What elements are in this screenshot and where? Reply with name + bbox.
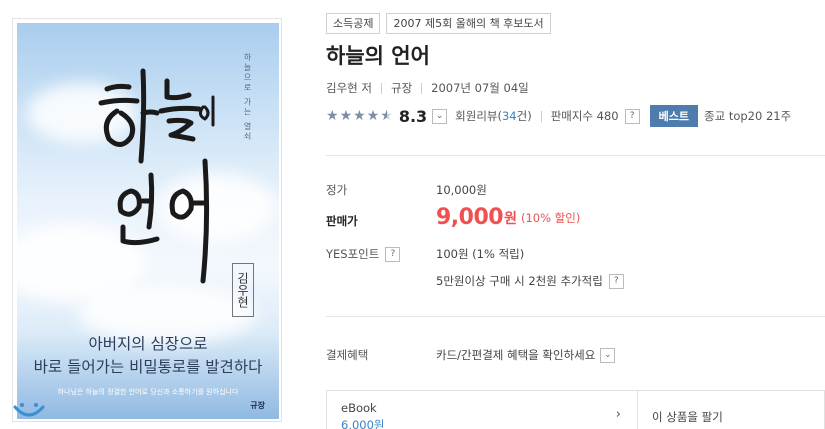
- book-cover-frame[interactable]: 하늘으로 가는 열쇠 김우현 아버지의 심장으로 바로 들어가는 비밀통로를 발…: [12, 18, 282, 422]
- divider: [326, 155, 825, 156]
- divider: [326, 316, 825, 317]
- cover-tagline: 아버지의 심장으로 바로 들어가는 비밀통로를 발견하다: [17, 333, 279, 379]
- product-meta: 김우현 저 규장 2007년 07월 04일: [326, 80, 825, 96]
- benefit-label: 결제혜택: [326, 348, 369, 362]
- benefit-text: 카드/간편결제 혜택을 확인하세요: [436, 348, 596, 362]
- ebook-label: eBook: [341, 401, 377, 415]
- ebook-price: 6,000원: [341, 418, 385, 429]
- list-price-label: 정가: [326, 183, 348, 197]
- sale-price: 9,000 원 (10% 할인): [436, 205, 580, 230]
- rating-stars: ★ ★ ★ ★ ★: [326, 109, 393, 123]
- ebook-option[interactable]: eBook 6,000원 ›: [326, 390, 638, 429]
- review-prefix: 회원리뷰(: [455, 109, 502, 123]
- yes-point-label-row: YES포인트 ?: [326, 246, 401, 262]
- cover-small-text: 하나님은 하늘의 정결한 언어로 당신과 소통하기를 원하십니다: [57, 388, 239, 396]
- sales-index: 판매지수 480: [550, 109, 619, 123]
- smile-icon: [13, 403, 45, 417]
- chevron-down-icon[interactable]: ⌄: [600, 347, 616, 363]
- extra-point-text: 5만원이상 구매 시 2천원 추가적립: [436, 274, 603, 288]
- extra-point-row: 5만원이상 구매 시 2천원 추가적립 ?: [436, 273, 624, 289]
- publish-date: 2007년 07월 04일: [431, 81, 529, 95]
- rating-row: ★ ★ ★ ★ ★ 8.3 ⌄ 회원리뷰(34건) 판매지수 480 ? 베스트…: [326, 105, 825, 127]
- badge-book-award[interactable]: 2007 제5회 올해의 책 후보도서: [386, 13, 551, 34]
- yes-point-label: YES포인트: [326, 247, 380, 261]
- chevron-down-icon[interactable]: ⌄: [432, 108, 448, 124]
- sale-price-value: 9,000: [436, 205, 504, 230]
- cover-calligraphy-title: [98, 68, 215, 284]
- star-half-icon: ★: [380, 108, 393, 124]
- rating-score: 8.3: [398, 106, 428, 126]
- book-cover-image[interactable]: 하늘으로 가는 열쇠 김우현 아버지의 심장으로 바로 들어가는 비밀통로를 발…: [17, 23, 279, 419]
- product-title: 하늘의 언어: [326, 44, 430, 68]
- meta-divider: [421, 82, 423, 94]
- sale-price-label: 판매가: [326, 214, 358, 228]
- review-link[interactable]: 회원리뷰(34건): [455, 108, 532, 124]
- yes-point-value: 100원 (1% 적립): [436, 247, 525, 261]
- help-icon[interactable]: ?: [385, 246, 401, 262]
- author-link[interactable]: 김우현 저: [326, 80, 372, 96]
- sale-price-unit: 원: [504, 210, 517, 227]
- star-icon: ★: [326, 108, 339, 124]
- chevron-right-icon: ›: [615, 407, 621, 422]
- benefit-row[interactable]: 카드/간편결제 혜택을 확인하세요 ⌄: [436, 347, 616, 363]
- best-badge: 베스트: [649, 105, 698, 127]
- star-icon: ★: [353, 108, 366, 124]
- cover-tagline-line1: 아버지의 심장으로: [88, 335, 208, 353]
- best-rank-link[interactable]: 종교 top20 21주: [704, 108, 791, 124]
- badge-tax-deduction[interactable]: 소득공제: [326, 13, 381, 34]
- badge-row: 소득공제 2007 제5회 올해의 책 후보도서: [326, 13, 825, 34]
- product-info: 소득공제 2007 제5회 올해의 책 후보도서 하늘의 언어 김우현 저 규장…: [326, 13, 825, 127]
- meta-divider: [380, 82, 382, 94]
- sale-discount: (10% 할인): [520, 210, 581, 225]
- sell-item-label: 이 상품을 팔기: [652, 410, 723, 424]
- rating-divider: [540, 110, 542, 122]
- star-icon: ★: [339, 108, 353, 124]
- publisher-link[interactable]: 규장: [391, 80, 412, 96]
- list-price-value: 10,000원: [436, 183, 487, 197]
- help-icon[interactable]: ?: [624, 108, 640, 124]
- review-count: 34: [501, 109, 517, 123]
- sell-item-button[interactable]: 이 상품을 팔기: [637, 390, 825, 429]
- cover-author-box: 김우현: [232, 263, 254, 317]
- cover-tagline-line2: 바로 들어가는 비밀통로를 발견하다: [33, 358, 263, 376]
- help-icon[interactable]: ?: [608, 273, 624, 289]
- cover-side-text: 하늘으로 가는 열쇠: [243, 53, 252, 143]
- review-suffix: 건): [516, 109, 532, 123]
- star-icon: ★: [366, 108, 380, 124]
- cover-publisher-logo: 규장: [250, 401, 265, 410]
